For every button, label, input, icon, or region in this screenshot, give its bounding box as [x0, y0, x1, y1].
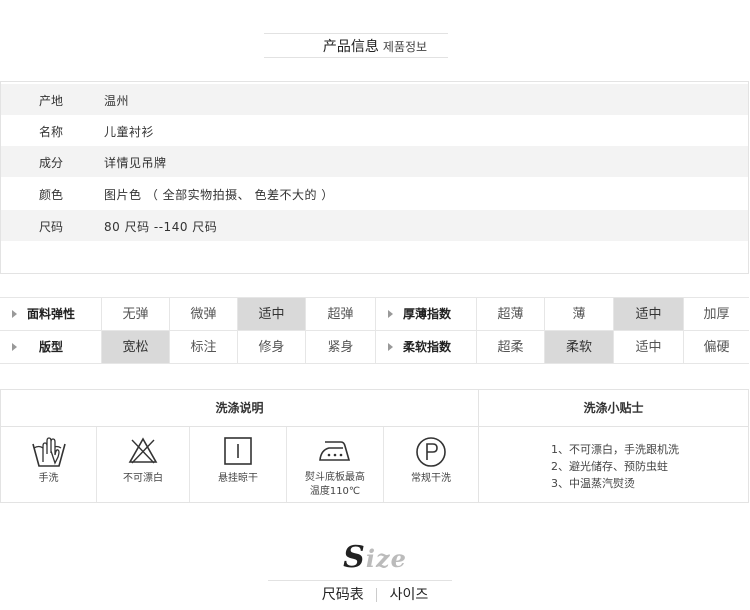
wash-label: 熨斗底板最高 温度110℃	[305, 472, 365, 497]
property-label-softness: 柔软指数	[376, 331, 477, 364]
property-grid: 面料弹性 无弹 微弹 适中 超弹 厚薄指数 超薄 薄 适中 加厚 版型 宽松 标…	[0, 297, 749, 364]
info-row: 成分 详情见吊牌	[1, 146, 748, 177]
property-label-thickness: 厚薄指数	[376, 298, 477, 331]
info-label: 名称	[39, 125, 64, 139]
property-label-fit: 版型	[0, 331, 102, 364]
no-bleach-icon	[128, 437, 158, 464]
arrow-icon	[12, 342, 17, 351]
option-cell-selected: 适中	[238, 298, 306, 331]
wash-label: 悬挂晾干	[218, 473, 258, 484]
property-label-elasticity: 面料弹性	[0, 298, 102, 331]
product-info-title: 产品信息	[322, 39, 379, 55]
info-value: 详情见吊牌	[104, 156, 167, 170]
divider	[376, 588, 378, 602]
arrow-icon	[12, 309, 17, 318]
info-value: 图片色 （ 全部实物拍摄、 色差不大的 ）	[104, 188, 334, 202]
wash-tips-heading: 洗涤小贴士	[479, 390, 748, 427]
option-cell: 修身	[238, 331, 306, 364]
wash-item-iron: 熨斗底板最高 温度110℃	[287, 427, 384, 502]
wash-label: 常规干洗	[411, 473, 451, 484]
wash-tip: 3、中温蒸汽熨烫	[551, 477, 635, 490]
info-label: 尺码	[39, 220, 64, 234]
dry-clean-icon	[416, 437, 446, 467]
option-cell: 超柔	[477, 331, 545, 364]
info-row: 尺码 80 尺码 --140 尺码	[1, 210, 748, 241]
wash-tips-list: 1、不可漂白，手洗跟机洗 2、避光储存、预防虫蛀 3、中温蒸汽熨烫	[551, 441, 679, 492]
info-row: 名称 儿童衬衫	[1, 115, 748, 146]
info-row: 颜色 图片色 （ 全部实物拍摄、 色差不大的 ）	[1, 178, 748, 209]
size-word: Size	[343, 540, 407, 575]
info-label: 产地	[39, 94, 64, 108]
wash-item-no-bleach: 不可漂白	[97, 427, 190, 502]
size-chart-title: 尺码表	[321, 587, 364, 603]
title-line-top	[264, 33, 448, 34]
size-chart-subtitle: 사이즈	[389, 587, 429, 603]
option-cell: 加厚	[684, 298, 749, 331]
option-cell: 无弹	[102, 298, 170, 331]
option-cell: 超弹	[306, 298, 376, 331]
hang-dry-icon	[224, 437, 252, 465]
wash-item-hang-dry: 悬挂晾干	[190, 427, 287, 502]
wash-label: 手洗	[38, 473, 59, 484]
info-value: 温州	[104, 94, 130, 108]
info-row: 产地 温州	[1, 84, 748, 115]
option-cell: 标注	[170, 331, 238, 364]
wash-label: 不可漂白	[123, 473, 163, 484]
arrow-icon	[388, 342, 393, 351]
product-info-subtitle: 제품정보	[382, 40, 428, 54]
size-chart-heading: 尺码表 사이즈	[0, 584, 750, 604]
option-cell: 偏硬	[684, 331, 749, 364]
wash-tip: 2、避光储存、预防虫蛀	[551, 460, 668, 473]
product-info-table: 产地 温州 名称 儿童衬衫 成分 详情见吊牌 颜色 图片色 （ 全部实物拍摄、 …	[0, 81, 749, 274]
info-value: 80 尺码 --140 尺码	[104, 220, 218, 234]
hand-wash-icon	[31, 437, 66, 467]
option-cell-selected: 宽松	[102, 331, 170, 364]
option-cell-selected: 柔软	[545, 331, 614, 364]
wash-item-dry-clean: 常规干洗	[384, 427, 479, 502]
info-value: 儿童衬衫	[104, 125, 155, 139]
wash-heading: 洗涤说明	[1, 390, 479, 427]
option-cell: 紧身	[306, 331, 376, 364]
option-cell: 适中	[614, 331, 684, 364]
info-label: 颜色	[39, 188, 64, 202]
info-label: 成分	[39, 156, 64, 170]
iron-icon	[319, 441, 351, 461]
option-cell: 超薄	[477, 298, 545, 331]
arrow-icon	[388, 309, 393, 318]
option-cell: 薄	[545, 298, 614, 331]
option-cell: 微弹	[170, 298, 238, 331]
product-info-heading: 产品信息 제품정보	[0, 36, 750, 56]
wash-tip: 1、不可漂白，手洗跟机洗	[551, 443, 679, 456]
size-title-line	[268, 580, 452, 581]
wash-item-hand-wash: 手洗	[1, 427, 97, 502]
title-line-bottom	[264, 57, 448, 58]
option-cell-selected: 适中	[614, 298, 684, 331]
